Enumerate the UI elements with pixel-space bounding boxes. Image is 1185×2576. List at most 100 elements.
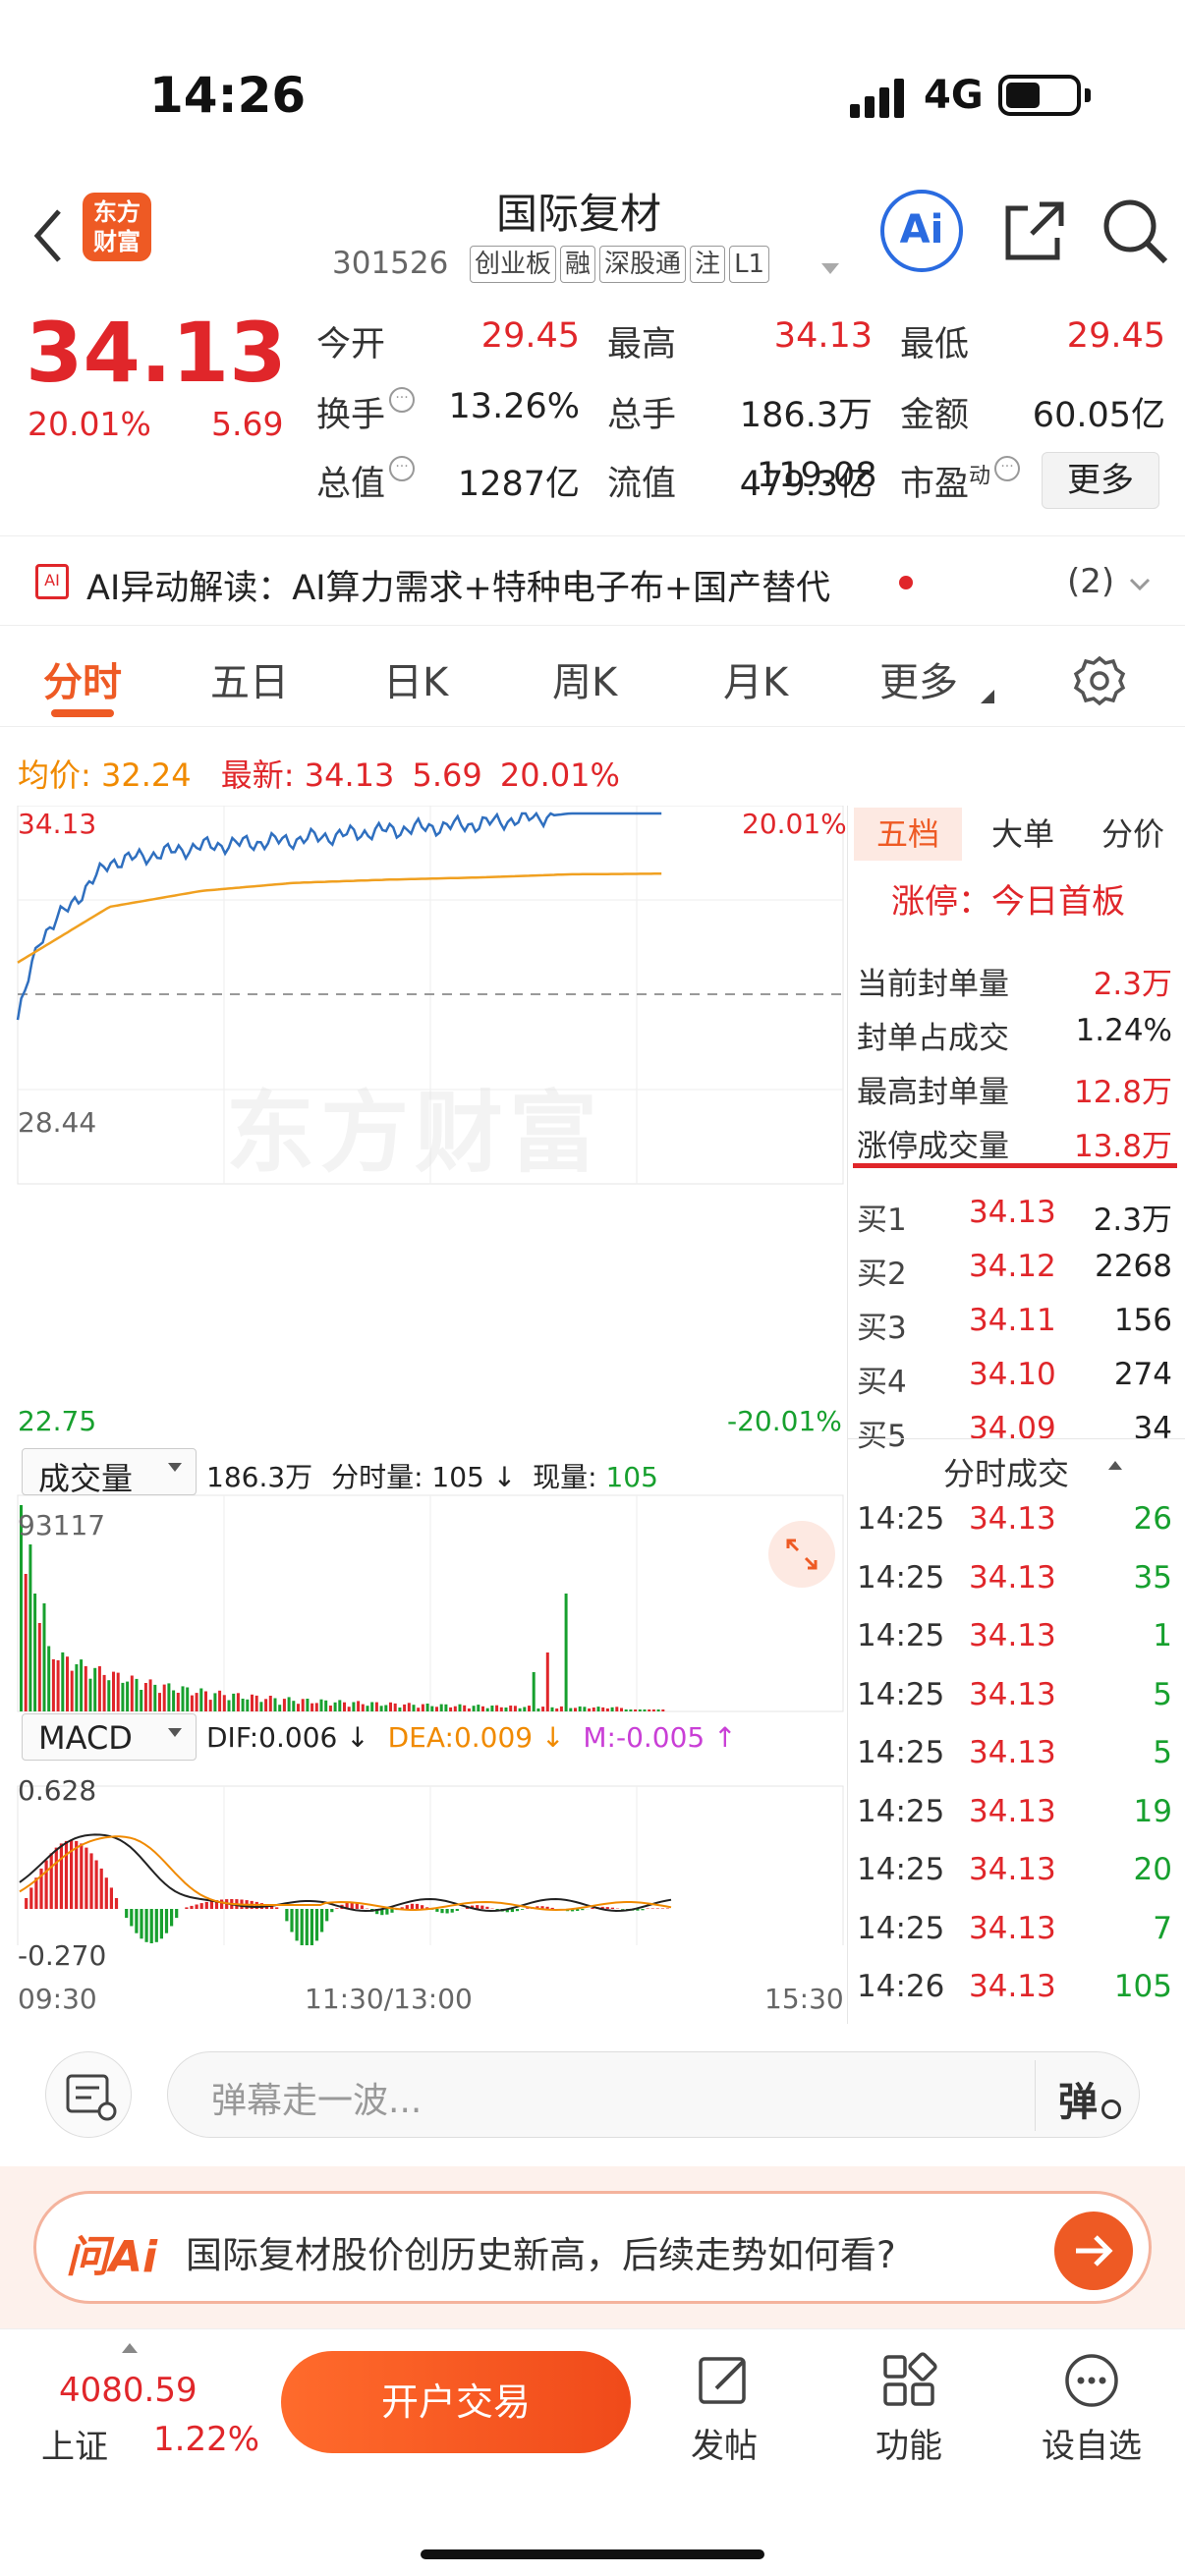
more-button[interactable]: 更多 xyxy=(1042,452,1159,509)
trade-row: 14:25 34.13 20 xyxy=(853,1844,1182,1897)
macd-bar xyxy=(440,1909,444,1914)
volume-bar xyxy=(643,1709,647,1711)
volume-bar xyxy=(66,1656,69,1711)
trade-volume: 7 xyxy=(1153,1910,1172,1946)
volume-bar xyxy=(153,1684,157,1711)
macd-bar xyxy=(135,1909,139,1933)
trade-volume: 5 xyxy=(1153,1676,1172,1712)
ai-insight-bar[interactable]: AI AI异动解读：AI算力需求+特种电子布+国产替代 (2) xyxy=(0,535,1185,626)
share-icon[interactable] xyxy=(1000,196,1069,265)
tab-daily-k[interactable]: 日K xyxy=(383,650,448,707)
index-pct[interactable]: 1.22% xyxy=(153,2420,259,2459)
index-value[interactable]: 4080.59 xyxy=(59,2371,198,2410)
info-dots-icon[interactable]: ··· xyxy=(389,387,416,413)
intraday-chart-svg[interactable] xyxy=(0,806,847,1945)
bid-row[interactable]: 买1 34.13 2.3万 xyxy=(853,1187,1182,1240)
tab-monthly-k[interactable]: 月K xyxy=(723,650,788,707)
volume-bar xyxy=(398,1708,402,1711)
volume-bar xyxy=(532,1672,536,1711)
tab-big-order[interactable]: 大单 xyxy=(974,808,1072,861)
quote-label: 市盈动 ··· xyxy=(900,456,1021,506)
ai-button[interactable]: Ai xyxy=(880,190,963,272)
volume-bar xyxy=(509,1706,513,1711)
eastmoney-logo[interactable]: 东方 财富 xyxy=(83,193,151,261)
comment-list-icon[interactable] xyxy=(45,2051,132,2138)
period-tabs: 分时 五日 日K 周K 月K 更多 xyxy=(0,629,1185,727)
volume-bar xyxy=(569,1708,573,1711)
volume-bar xyxy=(37,1623,41,1711)
chevron-down-icon[interactable] xyxy=(821,263,839,274)
danmu-toggle[interactable]: 弹 xyxy=(1058,2070,1098,2127)
volume-bar xyxy=(656,1709,660,1711)
trades-header[interactable]: 分时成交 xyxy=(847,1438,1185,1493)
ask-ai-logo: 问Ai xyxy=(66,2232,158,2282)
volume-bar xyxy=(176,1693,180,1711)
quote-panel: 34.13 20.01% 5.69 今开 29.45 最高 34.13 最低 29.45 换… xyxy=(0,295,1185,531)
stock-name: 国际复材 xyxy=(496,190,662,238)
ask-ai-bar[interactable]: 问Ai 国际复材股价创历史新高，后续走势如何看? xyxy=(33,2191,1152,2304)
volume-select[interactable]: 成交量 xyxy=(22,1448,197,1497)
settings-icon[interactable] xyxy=(1073,654,1126,707)
macd-bar xyxy=(109,1887,113,1909)
tab-five-day[interactable]: 五日 xyxy=(210,650,289,707)
volume-info: 186.3万 分时量: 105 ↓ 现量: 105 xyxy=(206,1456,658,1495)
search-icon[interactable] xyxy=(1100,196,1169,265)
volume-bar xyxy=(629,1709,633,1711)
volume-bar xyxy=(615,1707,619,1711)
volume-bar xyxy=(528,1706,531,1711)
edit-icon xyxy=(699,2357,746,2404)
post-button[interactable]: 发帖 xyxy=(660,2351,788,2467)
pct-axis-top-label: 20.01% xyxy=(742,808,847,840)
volume-bar xyxy=(518,1708,522,1711)
macd-bar xyxy=(209,1900,213,1909)
macd-bottom-label: -0.270 xyxy=(18,1939,107,1972)
comment-input[interactable]: 弹幕走一波... 弹 xyxy=(167,2051,1140,2138)
volume-bar xyxy=(495,1705,499,1711)
chevron-down-icon xyxy=(1128,572,1152,595)
bid-row[interactable]: 买2 34.12 2268 xyxy=(853,1241,1182,1294)
volume-bar xyxy=(236,1693,240,1711)
bid-row[interactable]: 买3 34.11 156 xyxy=(853,1295,1182,1348)
volume-bar xyxy=(121,1682,125,1711)
watchlist-button[interactable]: 设自选 xyxy=(1028,2351,1156,2467)
macd-select[interactable]: MACD xyxy=(22,1713,197,1761)
volume-bar xyxy=(24,1574,28,1711)
volume-bar xyxy=(56,1659,60,1711)
quote-value: 29.45 xyxy=(480,316,580,356)
tab-price-dist[interactable]: 分价 xyxy=(1084,808,1182,861)
tab-five-level[interactable]: 五档 xyxy=(854,808,962,861)
index-name[interactable]: 上证 xyxy=(41,2420,108,2468)
bid-label: 买3 xyxy=(857,1311,907,1346)
features-button[interactable]: 功能 xyxy=(845,2351,973,2467)
stat-value: 1.24% xyxy=(1075,1013,1172,1048)
quote-value: 34.13 xyxy=(773,316,873,356)
trade-button[interactable]: 开户交易 xyxy=(281,2351,631,2453)
tab-intraday[interactable]: 分时 xyxy=(43,650,122,707)
macd-bar xyxy=(170,1909,174,1927)
tab-more[interactable]: 更多 xyxy=(879,650,958,707)
trade-row: 14:25 34.13 7 xyxy=(853,1903,1182,1956)
volume-bar xyxy=(536,1708,540,1711)
ask-ai-text: 国际复材股价创历史新高，后续走势如何看? xyxy=(186,2234,896,2276)
volume-bar xyxy=(389,1702,392,1711)
bid-row[interactable]: 买4 34.10 274 xyxy=(853,1349,1182,1402)
limit-stat-row: 封单占成交 1.24% xyxy=(853,1005,1182,1058)
expand-icon[interactable] xyxy=(768,1521,835,1588)
info-dots-icon[interactable]: ··· xyxy=(994,456,1021,481)
back-icon[interactable] xyxy=(29,206,69,265)
bid-price: 34.13 xyxy=(969,1195,1056,1230)
volume-bar xyxy=(352,1702,356,1711)
home-indicator xyxy=(421,2549,764,2559)
stat-value: 12.8万 xyxy=(1073,1075,1172,1110)
trade-time: 14:25 xyxy=(857,1676,945,1712)
volume-bar xyxy=(42,1603,46,1711)
macd-bar xyxy=(526,1908,530,1909)
volume-bar xyxy=(218,1690,222,1711)
arrow-right-icon[interactable] xyxy=(1054,2212,1133,2290)
macd-bar xyxy=(154,1909,158,1942)
tab-weekly-k[interactable]: 周K xyxy=(552,650,617,707)
caret-icon xyxy=(981,690,994,703)
info-dots-icon[interactable]: ··· xyxy=(389,456,416,481)
quote-value: 29.45 xyxy=(1066,316,1165,356)
macd-bar xyxy=(621,1909,625,1910)
